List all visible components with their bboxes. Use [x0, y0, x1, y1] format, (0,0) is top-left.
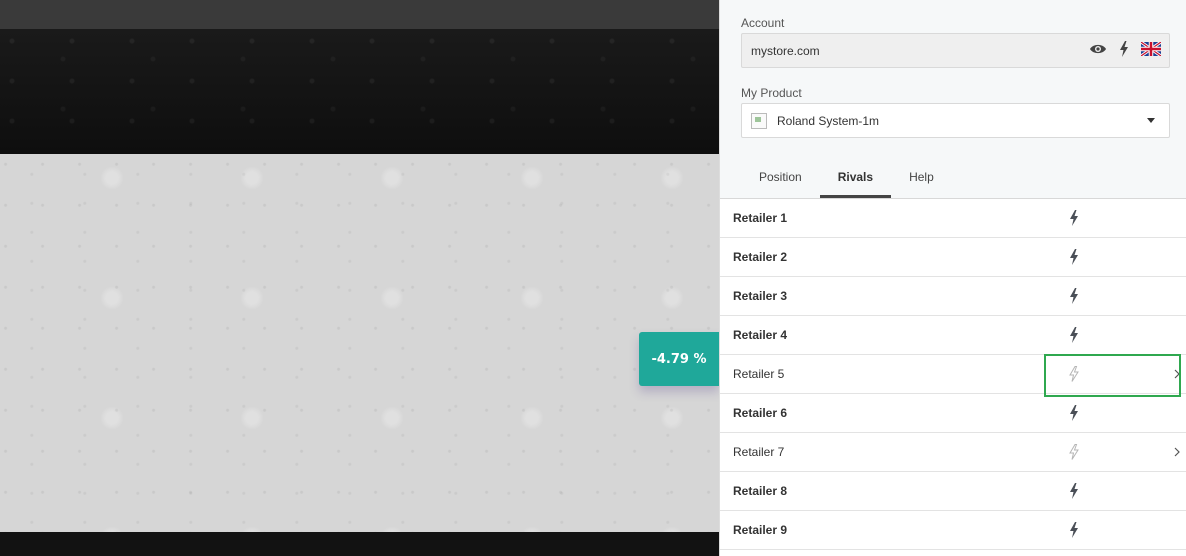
- tab-rivals[interactable]: Rivals: [819, 163, 892, 198]
- page-top-bar: [0, 0, 719, 29]
- dark-banner: [0, 29, 719, 154]
- panel-header: Account mystore.com My Product Roland Sy…: [720, 0, 1186, 199]
- tab-position[interactable]: Position: [741, 163, 820, 198]
- rival-row[interactable]: Retailer 3: [720, 277, 1186, 316]
- concrete-background: [0, 154, 719, 532]
- product-value: Roland System-1m: [777, 113, 880, 128]
- rival-name: Retailer 4: [733, 328, 788, 342]
- rival-name: Retailer 2: [733, 250, 788, 264]
- bolt-icon[interactable]: [1069, 483, 1079, 502]
- rival-row[interactable]: Retailer 2: [720, 238, 1186, 277]
- page-bottom-band: [0, 532, 719, 556]
- rival-name: Retailer 5: [733, 367, 785, 381]
- rival-row[interactable]: Retailer 8: [720, 472, 1186, 511]
- product-select[interactable]: Roland System-1m: [741, 103, 1170, 138]
- panel-tabs: Position Rivals Help: [741, 163, 952, 199]
- bolt-icon[interactable]: [1119, 41, 1129, 60]
- chevron-right-icon[interactable]: [1174, 446, 1180, 460]
- bolt-icon[interactable]: [1069, 522, 1079, 541]
- rival-name: Retailer 8: [733, 484, 788, 498]
- rival-row[interactable]: Retailer 7: [720, 433, 1186, 472]
- bolt-icon[interactable]: [1069, 249, 1079, 268]
- tab-help[interactable]: Help: [891, 163, 952, 198]
- account-value: mystore.com: [751, 43, 820, 58]
- chevron-down-icon[interactable]: [1147, 118, 1155, 123]
- uk-flag-icon[interactable]: [1140, 40, 1162, 59]
- extension-panel: Account mystore.com My Product Roland Sy…: [719, 0, 1186, 556]
- rival-row[interactable]: Retailer 5: [720, 354, 1186, 397]
- bolt-icon[interactable]: [1069, 405, 1079, 424]
- rival-row[interactable]: Retailer 6: [720, 394, 1186, 433]
- price-difference-badge[interactable]: -4.79 %: [639, 332, 719, 386]
- rival-name: Retailer 7: [733, 445, 785, 459]
- rival-row[interactable]: Retailer 1: [720, 199, 1186, 238]
- highlight-box: [1044, 354, 1181, 397]
- rival-name: Retailer 6: [733, 406, 788, 420]
- account-label: Account: [741, 16, 785, 30]
- bolt-icon[interactable]: [1069, 327, 1079, 346]
- rival-name: Retailer 1: [733, 211, 788, 225]
- eye-icon[interactable]: [1089, 43, 1107, 58]
- rival-name: Retailer 3: [733, 289, 788, 303]
- rivals-list: Retailer 1 Retailer 2 Retailer 3 Retailer 4…: [720, 199, 1186, 550]
- account-field[interactable]: mystore.com: [741, 33, 1170, 68]
- rival-name: Retailer 9: [733, 523, 788, 537]
- rival-row[interactable]: Retailer 4: [720, 316, 1186, 355]
- product-image: [751, 112, 767, 129]
- bolt-icon[interactable]: [1069, 288, 1079, 307]
- product-label: My Product: [741, 86, 802, 100]
- bolt-icon[interactable]: [1069, 210, 1079, 229]
- bolt-icon[interactable]: [1069, 444, 1079, 463]
- rival-row[interactable]: Retailer 9: [720, 511, 1186, 550]
